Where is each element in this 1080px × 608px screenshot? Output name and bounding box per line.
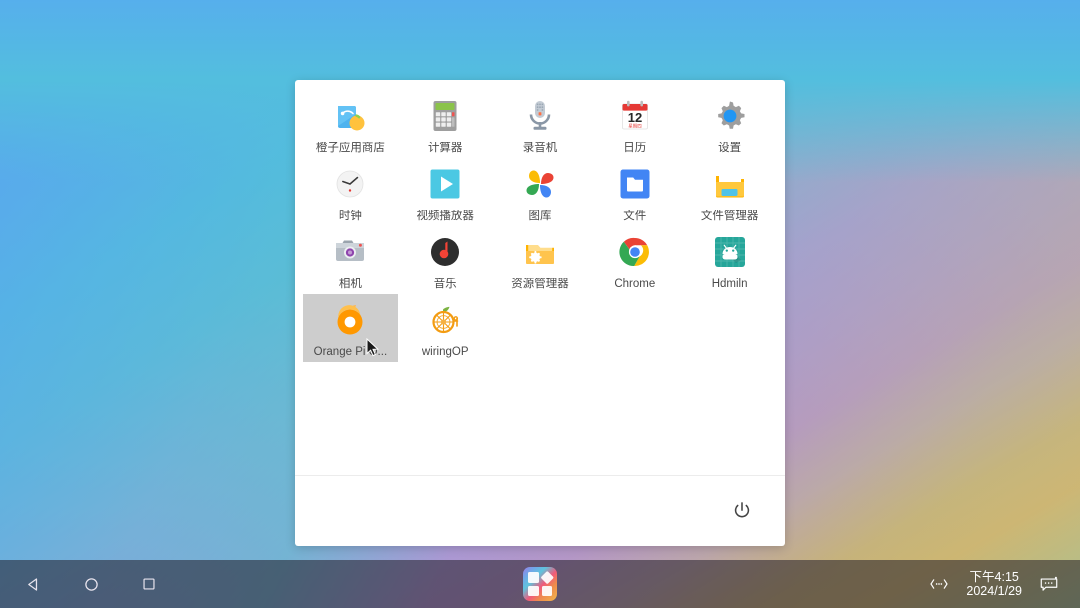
app-label: 橙子应用商店 bbox=[315, 142, 385, 154]
app-label: 设置 bbox=[718, 142, 742, 154]
app-label: 视频播放器 bbox=[416, 210, 474, 222]
app-item-file-manager[interactable]: 文件管理器 bbox=[682, 158, 777, 226]
back-button[interactable] bbox=[18, 569, 48, 599]
music-icon bbox=[425, 232, 465, 272]
app-label: 相机 bbox=[338, 278, 362, 290]
navigation-buttons bbox=[0, 569, 356, 599]
keyboard-input-icon[interactable] bbox=[1034, 569, 1064, 599]
clock-icon bbox=[330, 164, 370, 204]
app-item-chrome[interactable]: Chrome bbox=[587, 226, 682, 294]
video-player-icon bbox=[425, 164, 465, 204]
app-item-hdmiln-android[interactable]: Hdmiln bbox=[682, 226, 777, 294]
app-item-orange-app-store[interactable]: 橙子应用商店 bbox=[303, 90, 398, 158]
app-item-camera[interactable]: 相机 bbox=[303, 226, 398, 294]
resource-manager-icon bbox=[520, 232, 560, 272]
app-grid: 橙子应用商店 计算器 录音机 12 星期四 日历 设置 时钟 视频播放器 图库 … bbox=[295, 80, 785, 475]
app-label: Hdmiln bbox=[711, 278, 748, 290]
app-label: Chrome bbox=[614, 278, 656, 290]
app-label: 音乐 bbox=[433, 278, 457, 290]
app-item-sound-recorder[interactable]: 录音机 bbox=[493, 90, 588, 158]
recents-button[interactable] bbox=[134, 569, 164, 599]
app-item-orange-pi-os[interactable]: Orange Pi O... bbox=[303, 294, 398, 362]
app-item-music[interactable]: 音乐 bbox=[398, 226, 493, 294]
panel-footer bbox=[295, 476, 785, 546]
clock-date: 2024/1/29 bbox=[966, 584, 1022, 598]
app-item-calendar[interactable]: 12 星期四 日历 bbox=[587, 90, 682, 158]
taskbar-center bbox=[356, 567, 723, 601]
power-button[interactable] bbox=[729, 498, 755, 524]
app-label: Orange Pi O... bbox=[313, 346, 388, 358]
app-item-video-player[interactable]: 视频播放器 bbox=[398, 158, 493, 226]
home-button[interactable] bbox=[76, 569, 106, 599]
calendar-icon: 12 星期四 bbox=[615, 96, 655, 136]
calculator-icon bbox=[425, 96, 465, 136]
file-manager-icon bbox=[710, 164, 750, 204]
app-label: 时钟 bbox=[338, 210, 362, 222]
app-item-settings-gear[interactable]: 设置 bbox=[682, 90, 777, 158]
app-item-clock[interactable]: 时钟 bbox=[303, 158, 398, 226]
ethernet-network-icon[interactable] bbox=[924, 569, 954, 599]
app-item-calculator[interactable]: 计算器 bbox=[398, 90, 493, 158]
app-label: 计算器 bbox=[427, 142, 463, 154]
app-item-files-folder[interactable]: 文件 bbox=[587, 158, 682, 226]
drawer-square-1 bbox=[528, 572, 539, 583]
hdmiln-android-icon bbox=[710, 232, 750, 272]
desktop-wallpaper: 橙子应用商店 计算器 录音机 12 星期四 日历 设置 时钟 视频播放器 图库 … bbox=[0, 0, 1080, 608]
files-folder-icon bbox=[615, 164, 655, 204]
status-area: 下午4:15 2024/1/29 bbox=[724, 569, 1080, 599]
app-label: 文件管理器 bbox=[700, 210, 759, 222]
orange-app-store-icon bbox=[330, 96, 370, 136]
app-label: 文件 bbox=[623, 210, 647, 222]
chrome-icon bbox=[615, 232, 655, 272]
settings-gear-icon bbox=[710, 96, 750, 136]
app-label: 图库 bbox=[528, 210, 552, 222]
clock-widget[interactable]: 下午4:15 2024/1/29 bbox=[966, 570, 1022, 598]
app-label: 录音机 bbox=[522, 142, 558, 154]
clock-time: 下午4:15 bbox=[969, 570, 1019, 584]
drawer-square-3 bbox=[528, 585, 539, 596]
drawer-diamond bbox=[540, 570, 554, 584]
sound-recorder-icon bbox=[520, 96, 560, 136]
gallery-photos-icon bbox=[520, 164, 560, 204]
app-label: wiringOP bbox=[421, 346, 469, 358]
wiringop-icon bbox=[425, 300, 465, 340]
app-item-wiringop[interactable]: wiringOP bbox=[398, 294, 493, 362]
camera-icon bbox=[330, 232, 370, 272]
app-launcher-panel: 橙子应用商店 计算器 录音机 12 星期四 日历 设置 时钟 视频播放器 图库 … bbox=[295, 80, 785, 546]
drawer-square-4 bbox=[541, 585, 552, 596]
app-item-gallery-photos[interactable]: 图库 bbox=[493, 158, 588, 226]
app-item-resource-manager[interactable]: 资源管理器 bbox=[493, 226, 588, 294]
orange-pi-os-icon bbox=[330, 300, 370, 340]
app-drawer-button[interactable] bbox=[523, 567, 557, 601]
app-label: 资源管理器 bbox=[511, 278, 569, 290]
app-label: 日历 bbox=[623, 142, 647, 154]
system-taskbar: 下午4:15 2024/1/29 bbox=[0, 560, 1080, 608]
